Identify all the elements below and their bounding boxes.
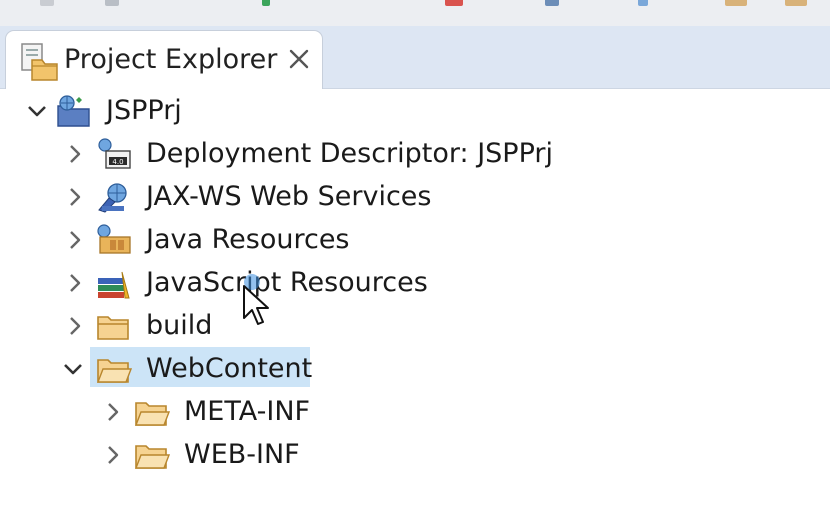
java-resources-icon [97,224,131,254]
tree-node-label: JSPPrj [106,95,182,126]
chevron-right-icon[interactable] [64,143,86,165]
chevron-right-icon[interactable] [64,229,86,251]
dynamic-web-project-icon [57,95,90,127]
chevron-right-icon[interactable] [64,315,86,337]
tree-node-label: build [146,310,213,341]
chevron-down-icon[interactable] [62,358,84,380]
tree-node-build[interactable]: build [0,306,830,346]
toolbar-icon[interactable] [638,0,648,6]
tree-node-deployment-descriptor[interactable]: 4.0 Deployment Descriptor: JSPPrj [0,134,830,174]
project-explorer-tab[interactable]: Project Explorer [5,30,323,89]
project-tree: JSPPrj 4.0 Deployment Descriptor: JSPPrj… [0,88,830,527]
toolbar-icon[interactable] [545,0,559,6]
javascript-resources-icon [98,271,130,299]
web-services-icon [98,183,127,213]
toolbar-icon[interactable] [785,0,807,6]
toolbar-icon[interactable] [262,0,270,6]
tree-node-web-inf[interactable]: WEB-INF [0,435,830,475]
tree-node-jax-ws[interactable]: JAX-WS Web Services [0,177,830,217]
tree-node-label: JAX-WS Web Services [146,181,432,212]
chevron-right-icon[interactable] [64,272,86,294]
tree-node-root[interactable]: JSPPrj [0,91,830,131]
tree-node-meta-inf[interactable]: META-INF [0,392,830,432]
tree-node-java-resources[interactable]: Java Resources [0,220,830,260]
tree-node-label: WEB-INF [184,439,300,470]
toolbar-icon[interactable] [105,0,119,6]
svg-text:4.0: 4.0 [112,158,123,166]
tree-node-label: JavaScript Resources [146,267,428,298]
toolbar-icon[interactable] [725,0,747,6]
toolbar-icon[interactable] [445,0,463,6]
tree-node-label: Deployment Descriptor: JSPPrj [146,138,553,169]
chevron-down-icon[interactable] [26,100,48,122]
tree-node-label: Java Resources [146,224,350,255]
chevron-right-icon[interactable] [64,186,86,208]
chevron-right-icon[interactable] [102,444,124,466]
project-explorer-icon [21,43,58,81]
chevron-right-icon[interactable] [102,401,124,423]
folder-icon [134,445,170,469]
tree-node-label: META-INF [184,396,311,427]
tree-node-javascript-resources[interactable]: JavaScript Resources [0,263,830,303]
tree-node-webcontent[interactable]: WebContent [0,349,830,389]
view-tab-strip: Project Explorer [0,26,830,89]
folder-icon [134,402,170,426]
close-x-icon[interactable] [284,44,314,74]
folder-open-icon [96,359,132,383]
tab-title: Project Explorer [64,44,278,75]
tree-node-label: WebContent [146,353,313,384]
folder-icon [97,316,129,340]
deployment-descriptor-icon: 4.0 [98,138,131,169]
main-toolbar [0,0,830,27]
toolbar-icon[interactable] [40,0,54,6]
